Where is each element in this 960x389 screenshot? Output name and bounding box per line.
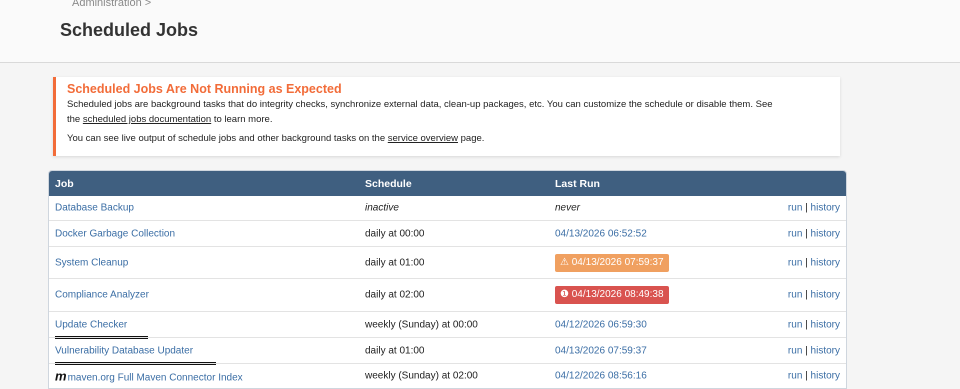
warning-triangle-icon: ⚠ bbox=[560, 256, 569, 268]
job-actions: run | history bbox=[788, 228, 840, 239]
history-link[interactable]: history bbox=[811, 228, 840, 239]
scheduled-jobs-table: Job Schedule Last Run Database Backup in… bbox=[48, 170, 847, 389]
job-schedule: weekly (Sunday) at 00:00 bbox=[365, 319, 478, 330]
warning-alert: Scheduled Jobs Are Not Running as Expect… bbox=[53, 77, 840, 156]
history-link[interactable]: history bbox=[811, 319, 840, 330]
job-link[interactable]: System Cleanup bbox=[55, 257, 128, 268]
job-schedule: daily at 01:00 bbox=[365, 345, 425, 356]
table-row: Database Backup inactive never run | his… bbox=[49, 196, 846, 220]
action-separator: | bbox=[805, 289, 808, 301]
job-schedule: daily at 01:00 bbox=[365, 257, 425, 268]
column-header-job: Job bbox=[55, 178, 74, 190]
job-actions: run | history bbox=[788, 290, 840, 301]
job-last-run-error[interactable]: ❶ 04/13/2026 08:49:38 bbox=[555, 286, 669, 304]
action-separator: | bbox=[805, 257, 808, 268]
job-link[interactable]: Update Checker bbox=[55, 319, 127, 330]
scheduled-jobs-documentation-link[interactable]: scheduled jobs documentation bbox=[83, 114, 211, 125]
job-last-run[interactable]: 04/12/2026 06:59:30 bbox=[555, 319, 647, 330]
table-row: mmaven.org Full Maven Connector Index we… bbox=[49, 363, 846, 388]
history-link[interactable]: history bbox=[811, 203, 840, 214]
alert-text-5: page. bbox=[457, 133, 485, 144]
table-row: Vulnerability Database Updater daily at … bbox=[49, 337, 846, 365]
job-last-run-warning[interactable]: ⚠ 04/13/2026 07:59:37 bbox=[555, 253, 669, 272]
last-run-value: 04/13/2026 08:49:38 bbox=[571, 289, 664, 300]
table-row: Update Checker weekly (Sunday) at 00:00 … bbox=[49, 311, 846, 339]
job-last-run[interactable]: 04/13/2026 06:52:52 bbox=[555, 228, 647, 239]
job-actions: run | history bbox=[788, 257, 840, 268]
action-separator: | bbox=[805, 345, 808, 356]
error-circle-icon: ❶ bbox=[560, 289, 569, 300]
job-schedule: daily at 02:00 bbox=[365, 289, 425, 301]
job-schedule: inactive bbox=[365, 202, 399, 214]
alert-description: Scheduled jobs are background tasks that… bbox=[67, 97, 829, 127]
job-link[interactable]: Docker Garbage Collection bbox=[55, 228, 175, 239]
history-link[interactable]: history bbox=[811, 257, 840, 268]
action-separator: | bbox=[805, 202, 808, 214]
run-link[interactable]: run bbox=[788, 371, 802, 382]
action-separator: | bbox=[805, 319, 808, 330]
alert-title: Scheduled Jobs Are Not Running as Expect… bbox=[67, 82, 342, 96]
run-link[interactable]: run bbox=[788, 228, 802, 239]
job-schedule: weekly (Sunday) at 02:00 bbox=[365, 370, 478, 382]
alert-text-4: You can see live output of schedule jobs… bbox=[67, 133, 388, 144]
job-actions: run | history bbox=[788, 203, 840, 214]
action-separator: | bbox=[805, 370, 808, 382]
last-run-value: 04/13/2026 07:59:37 bbox=[571, 256, 664, 268]
table-row: Docker Garbage Collection daily at 00:00… bbox=[49, 220, 846, 246]
column-header-last-run: Last Run bbox=[555, 178, 600, 190]
history-link[interactable]: history bbox=[811, 345, 840, 356]
error-badge[interactable]: ❶ 04/13/2026 08:49:38 bbox=[555, 286, 669, 304]
service-overview-link[interactable]: service overview bbox=[388, 133, 458, 144]
job-link[interactable]: mmaven.org Full Maven Connector Index bbox=[55, 369, 243, 384]
warning-badge[interactable]: ⚠ 04/13/2026 07:59:37 bbox=[555, 253, 669, 272]
job-actions: run | history bbox=[788, 371, 840, 382]
history-link[interactable]: history bbox=[811, 371, 840, 382]
run-link[interactable]: run bbox=[788, 203, 802, 214]
alert-text-3: to learn more. bbox=[211, 114, 273, 125]
job-schedule: daily at 00:00 bbox=[365, 228, 425, 239]
table-row: Compliance Analyzer daily at 02:00 ❶ 04/… bbox=[49, 278, 846, 311]
alert-text-1: Scheduled jobs are background tasks that… bbox=[67, 99, 773, 110]
job-last-run[interactable]: 04/12/2026 08:56:16 bbox=[555, 371, 647, 382]
job-last-run[interactable]: 04/13/2026 07:59:37 bbox=[555, 345, 647, 356]
action-separator: | bbox=[805, 228, 808, 239]
table-row: System Cleanup daily at 01:00 ⚠ 04/13/20… bbox=[49, 246, 846, 278]
page-title: Scheduled Jobs bbox=[60, 20, 199, 40]
run-link[interactable]: run bbox=[788, 319, 802, 330]
job-link[interactable]: Database Backup bbox=[55, 203, 134, 214]
table-header: Job Schedule Last Run bbox=[49, 171, 846, 196]
job-link[interactable]: Vulnerability Database Updater bbox=[55, 345, 193, 356]
run-link[interactable]: run bbox=[788, 290, 802, 301]
job-actions: run | history bbox=[788, 345, 840, 356]
alert-service-note: You can see live output of schedule jobs… bbox=[67, 131, 829, 146]
column-header-schedule: Schedule bbox=[365, 178, 412, 190]
job-actions: run | history bbox=[788, 319, 840, 330]
alert-text-2: the bbox=[67, 114, 83, 125]
page-header: Administration > Scheduled Jobs bbox=[0, 0, 960, 63]
breadcrumb[interactable]: Administration > bbox=[72, 0, 151, 9]
run-link[interactable]: run bbox=[788, 345, 802, 356]
run-link[interactable]: run bbox=[788, 257, 802, 268]
job-link[interactable]: Compliance Analyzer bbox=[55, 290, 149, 301]
job-last-run: never bbox=[555, 202, 581, 214]
maven-logo-icon: m bbox=[55, 368, 67, 384]
history-link[interactable]: history bbox=[811, 290, 840, 301]
